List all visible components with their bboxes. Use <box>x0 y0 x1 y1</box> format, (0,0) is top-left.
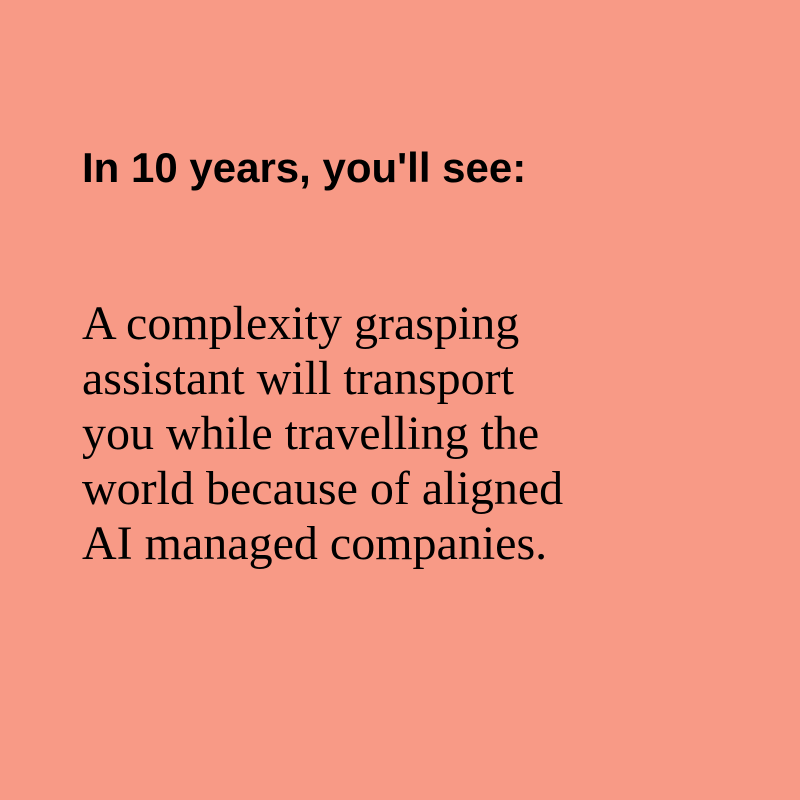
quote-card: In 10 years, you'll see: A complexity gr… <box>0 0 800 800</box>
prediction-line: you while travelling the <box>82 407 540 460</box>
heading: In 10 years, you'll see: <box>82 144 527 191</box>
prediction-line: assistant will transport <box>82 352 514 405</box>
prediction-line: A complexity grasping <box>82 297 520 350</box>
prediction-line: AI managed companies. <box>82 517 548 570</box>
prediction-line: world because of aligned <box>82 462 564 515</box>
prediction-text: A complexity grasping assistant will tra… <box>82 296 722 571</box>
